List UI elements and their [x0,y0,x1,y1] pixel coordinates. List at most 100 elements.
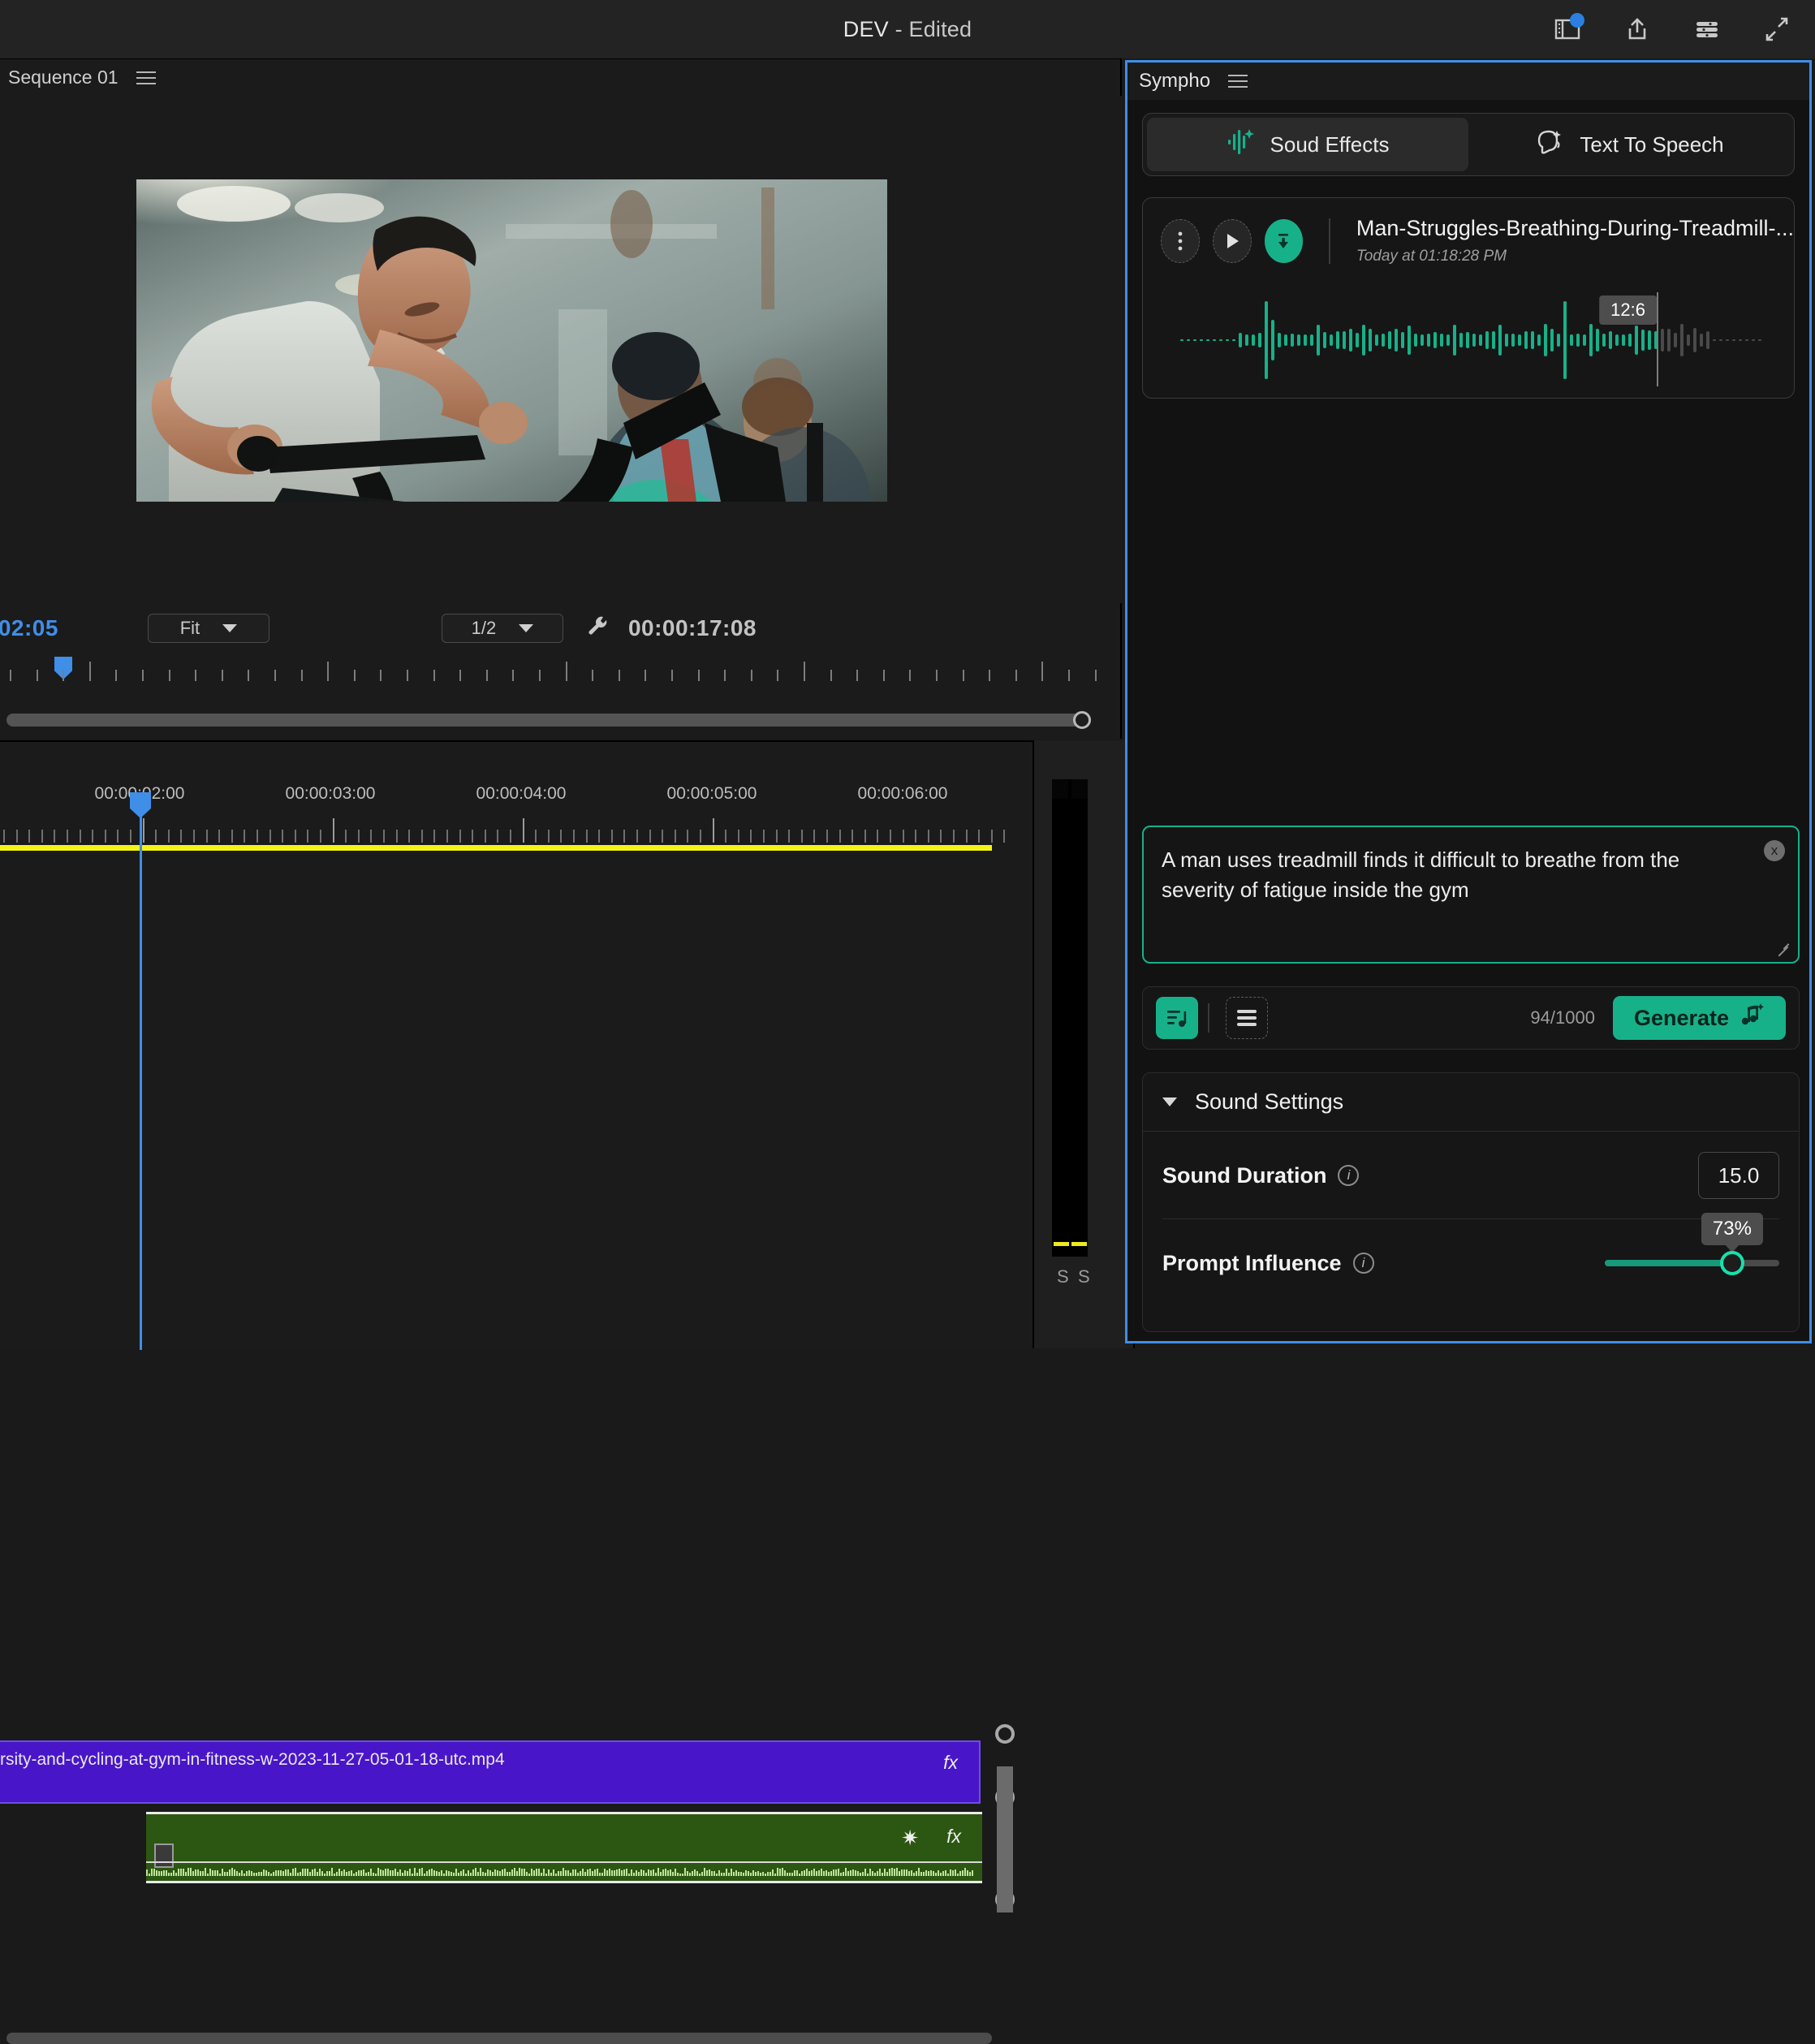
timeline-ruler-tick [940,830,942,843]
timeline-ruler-tick [345,830,347,843]
timeline-horizontal-scrollbar[interactable] [6,2033,992,2044]
playhead-timecode[interactable]: :02:05 [0,615,58,641]
waveform-bar [441,1869,442,1876]
sound-card-waveform[interactable]: 12:6 [1159,292,1781,386]
sympho-menu-icon[interactable] [1228,75,1248,88]
video-stage [0,96,1122,603]
waveform-bar [1265,301,1268,379]
download-icon[interactable] [1264,218,1304,263]
sequence-duration-timecode[interactable]: 00:00:17:08 [628,615,757,641]
waveform-bar [791,1873,793,1876]
waveform-bar [424,1873,425,1876]
export-icon[interactable] [1623,15,1651,43]
waveform-bar [636,1869,637,1876]
waveform-bar [207,1873,209,1876]
waveform-cursor[interactable] [1657,292,1658,386]
waveform-bar [811,1870,813,1876]
timeline-playhead[interactable] [140,810,142,1350]
timeline-ruler[interactable]: 00:00:02:0000:00:03:0000:00:04:0000:00:0… [0,784,1034,846]
waveform-bar [256,1872,257,1876]
waveform-bar [1589,324,1593,356]
timeline-ruler-tick [800,830,803,843]
generated-sound-card[interactable]: Man-Struggles-Breathing-During-Treadmill… [1142,197,1795,399]
timeline-ruler-tick [788,830,791,843]
ruler-tick [565,662,567,681]
timeline-ruler-tick [978,830,981,843]
monitor-mini-ruler[interactable] [0,653,1122,686]
timeline-ruler-tick [218,830,221,843]
generate-button[interactable]: Generate [1612,996,1786,1040]
scrollbar-knob[interactable] [1073,711,1091,729]
waveform-bar [860,1872,861,1876]
waveform-bar [1492,331,1495,349]
workspace-icon[interactable] [1554,13,1584,43]
resize-grip-icon[interactable] [1775,941,1790,957]
prompt-action-bar: 94/1000 Generate [1142,986,1800,1050]
slider-knob[interactable] [1719,1251,1744,1275]
waveform-bar [1459,332,1463,348]
timeline-audio-clip[interactable]: ✷ fx [146,1812,982,1883]
info-icon[interactable]: i [1352,1253,1374,1274]
sound-settings-header[interactable]: Sound Settings [1143,1073,1799,1132]
waveform-bar [419,1869,420,1876]
action-bar-divider [1208,1003,1209,1033]
waveform-bar [185,1872,187,1876]
info-icon[interactable]: i [1338,1165,1360,1186]
waveform-bar [1258,333,1261,347]
track-resize-column[interactable] [997,1766,1013,1912]
waveform-bar [382,1869,384,1876]
play-icon[interactable] [1212,218,1252,263]
waveform-bar [1356,333,1359,347]
waveform-bar [1680,323,1684,357]
ruler-tick [671,670,673,681]
fullscreen-icon[interactable] [1763,15,1791,43]
timeline-ruler-tick [877,830,879,843]
sound-duration-input[interactable]: 15.0 [1698,1152,1779,1199]
ruler-tick [697,670,700,681]
timeline-ruler-tick [15,830,18,843]
waveform-bar [718,1869,720,1876]
waveform-bar [950,1869,951,1876]
list-icon[interactable] [1693,15,1721,43]
waveform-bar [1369,328,1372,352]
monitor-scrollbar[interactable] [6,711,1091,729]
tab-sound-effects[interactable]: Soud Effects [1147,118,1468,171]
timeline-video-clip[interactable]: rsity-and-cycling-at-gym-in-fitness-w-20… [0,1740,981,1804]
timeline-ruler-tick [320,830,321,843]
waveform-bar [1531,330,1534,350]
waveform-bar [1239,333,1242,347]
prompt-text-value[interactable]: A man uses treadmill finds it difficult … [1162,845,1722,905]
waveform-bar [346,1872,347,1876]
monitor-menu-icon[interactable] [136,71,156,84]
waveform-bar [972,1869,973,1876]
list-icon[interactable] [1226,997,1268,1039]
waveform-bar [772,1869,774,1876]
wrench-icon[interactable] [586,614,610,643]
ruler-tick [909,670,912,681]
close-icon[interactable]: x [1764,840,1785,861]
waveform-bar [188,1868,189,1876]
waveform-bar [726,1869,727,1876]
track-handle-video[interactable] [995,1724,1015,1744]
waveform-bar [903,1869,905,1876]
waveform-bar [183,1869,184,1876]
waveform-bar [899,1871,900,1876]
waveform-bar [964,1868,966,1876]
zoom-level-select[interactable]: Fit [147,614,269,643]
program-video-frame[interactable] [136,179,887,502]
waveform-bar [1609,330,1612,350]
timeline-ruler-tick [370,830,373,843]
timeline-ruler-tick [484,830,486,843]
solo-button-right[interactable]: S [1078,1266,1090,1287]
waveform-bar [770,1871,771,1876]
kebab-menu-icon[interactable] [1161,218,1200,263]
solo-button-left[interactable]: S [1057,1266,1069,1287]
ruler-tick [830,670,832,681]
playback-resolution-select[interactable]: 1/2 [441,614,563,643]
project-name: DEV [843,16,889,41]
prompt-influence-slider[interactable]: 73% [1605,1213,1779,1275]
list-music-icon[interactable] [1156,997,1198,1039]
waveform-bar [731,1869,732,1876]
prompt-input[interactable]: A man uses treadmill finds it difficult … [1142,826,1800,964]
tab-text-to-speech[interactable]: Text To Speech [1468,118,1790,171]
